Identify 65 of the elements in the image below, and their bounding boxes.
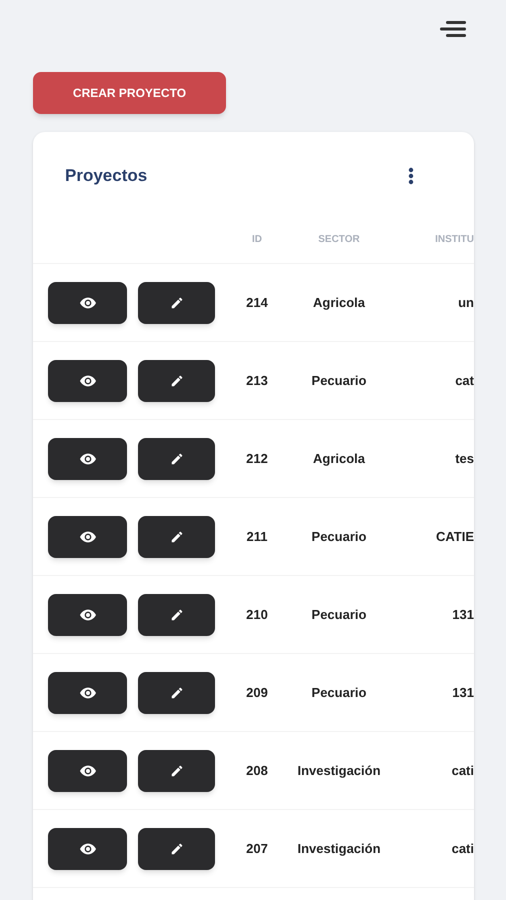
eye-icon bbox=[80, 686, 96, 698]
pencil-icon bbox=[170, 530, 184, 544]
table-cell-text: 212 bbox=[245, 450, 269, 468]
table-cell-text: 210 bbox=[245, 606, 269, 624]
table-cell-text: 213 bbox=[245, 372, 269, 390]
table-cell-text: Pecuario bbox=[310, 684, 368, 702]
eye-icon bbox=[80, 764, 96, 776]
table-cell-text: cat bbox=[454, 372, 474, 390]
table-cell-text: CATIE bbox=[434, 528, 474, 546]
menu-button[interactable] bbox=[440, 20, 466, 38]
table-cell-text: tes bbox=[454, 450, 474, 468]
table-cell-text: un bbox=[457, 294, 474, 312]
table-cell-text: Pecuario bbox=[310, 528, 368, 546]
edit-button[interactable] bbox=[138, 750, 215, 792]
table-cell-text: 207 bbox=[245, 840, 269, 858]
table-cell-text: 208 bbox=[245, 762, 269, 780]
table-cell-text: cati bbox=[450, 840, 474, 858]
kebab-icon bbox=[408, 167, 414, 185]
table-cell-text: cati bbox=[450, 762, 474, 780]
table-cell-text: Pecuario bbox=[310, 372, 368, 390]
edit-button[interactable] bbox=[138, 594, 215, 636]
more-options-button[interactable] bbox=[408, 167, 414, 185]
edit-button[interactable] bbox=[138, 516, 215, 558]
eye-icon bbox=[80, 452, 96, 464]
pencil-icon bbox=[170, 764, 184, 778]
pencil-icon bbox=[170, 686, 184, 700]
view-button[interactable] bbox=[48, 828, 127, 870]
eye-icon bbox=[80, 374, 96, 386]
card-title: Proyectos bbox=[65, 165, 148, 188]
table-cell-text: Pecuario bbox=[310, 606, 368, 624]
eye-icon bbox=[80, 608, 96, 620]
table-cell-text: 214 bbox=[245, 294, 269, 312]
table-cell-text: 209 bbox=[245, 684, 269, 702]
column-header: INSTITU bbox=[434, 233, 474, 247]
pencil-icon bbox=[170, 374, 184, 388]
column-header: SECTOR bbox=[317, 233, 361, 247]
column-header: ID bbox=[251, 233, 263, 247]
view-button[interactable] bbox=[48, 282, 127, 324]
create-project-button[interactable]: CREAR PROYECTO bbox=[33, 72, 226, 114]
pencil-icon bbox=[170, 296, 184, 310]
table-cell-text: Agricola bbox=[312, 294, 366, 312]
table-cell-text: Investigación bbox=[296, 840, 382, 858]
edit-button[interactable] bbox=[138, 282, 215, 324]
eye-icon bbox=[80, 530, 96, 542]
view-button[interactable] bbox=[48, 672, 127, 714]
table-cell-text: 131 bbox=[451, 684, 474, 702]
eye-icon bbox=[80, 296, 96, 308]
edit-button[interactable] bbox=[138, 672, 215, 714]
view-button[interactable] bbox=[48, 516, 127, 558]
pencil-icon bbox=[170, 842, 184, 856]
menu-icon bbox=[440, 20, 466, 38]
edit-button[interactable] bbox=[138, 360, 215, 402]
table-cell-text: Agricola bbox=[312, 450, 366, 468]
view-button[interactable] bbox=[48, 360, 127, 402]
edit-button[interactable] bbox=[138, 828, 215, 870]
table-cell-text: 211 bbox=[246, 528, 268, 546]
view-button[interactable] bbox=[48, 750, 127, 792]
pencil-icon bbox=[170, 608, 184, 622]
edit-button[interactable] bbox=[138, 438, 215, 480]
pencil-icon bbox=[170, 452, 184, 466]
view-button[interactable] bbox=[48, 594, 127, 636]
table-cell-text: 131 bbox=[451, 606, 474, 624]
eye-icon bbox=[80, 842, 96, 854]
table-cell-text: Investigación bbox=[296, 762, 382, 780]
view-button[interactable] bbox=[48, 438, 127, 480]
